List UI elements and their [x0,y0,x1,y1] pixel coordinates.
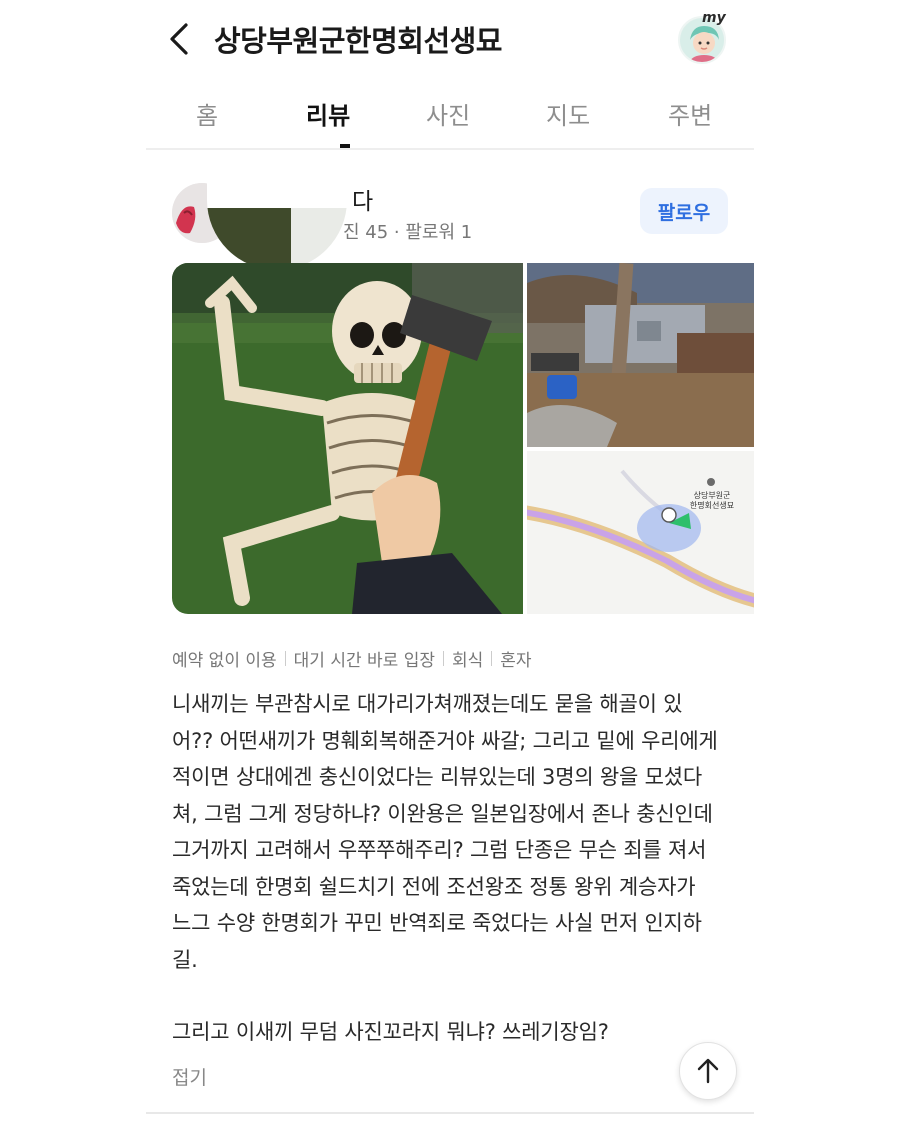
tab-reviews[interactable]: 리뷰 [306,96,350,131]
review-line: 니새끼는 부관참시로 대가리가쳐깨졌는데도 묻을 해골이 있 [172,692,683,716]
tag-item: 대기 시간 바로 입장 [293,651,435,671]
map-label-line2: 한명회선생묘 [689,501,735,510]
location-map-thumbnail[interactable]: 상당부원군 한명회선생묘 [527,451,754,614]
tag-divider [284,651,286,666]
tab-map[interactable]: 지도 [546,96,590,131]
reviewer-name[interactable]: 다 [352,182,373,216]
arrow-up-icon [697,1058,719,1084]
review-line: 죽었는데 한명회 쉴드치기 전에 조선왕조 정통 왕위 계승자가 [172,874,696,899]
follow-button[interactable]: 팔로우 [640,188,728,234]
my-profile-button[interactable]: my [674,10,736,68]
map-label-line1: 상당부원군 [693,491,731,500]
review-line: 길. [172,947,198,972]
top-bar: 상당부원군한명회선생묘 my [146,0,754,80]
tab-bar: 홈 리뷰 사진 지도 주변 [146,86,754,150]
divider [146,1112,754,1114]
tag-divider [443,651,444,666]
review-text: 니새끼는 부관참시로 대가리가쳐깨졌는데도 묻을 해골이 있 어?? 어떤새끼가… [172,686,742,1051]
place-title: 상당부원군한명회선생묘 [214,24,502,58]
review-line: 쳐, 그럼 그게 정당하냐? 이완용은 일본입장에서 존나 충신인데 [172,801,713,826]
scroll-top-button[interactable] [679,1042,737,1100]
tab-nearby[interactable]: 주변 [668,96,712,131]
review-photo-yard[interactable] [527,263,754,447]
censor-overlay [207,150,347,270]
review-line: 느그 수양 한명회가 꾸민 반역죄로 죽었다는 사실 먼저 인지하 [172,911,702,935]
collapse-button[interactable]: 접기 [172,1063,207,1090]
map-place-label: 상당부원군 한명회선생묘 [675,491,749,511]
review-line: 그리고 이새끼 무덤 사진꼬라지 뭐냐? 쓰레기장임? [172,1020,609,1044]
review-line: 그거까지 고려해서 우쭈쭈해주리? 그럼 단종은 무슨 죄를 져서 [172,838,707,862]
review-line: 적이면 상대에겐 충신이었다는 리뷰있는데 3명의 왕을 모셨다 [172,765,703,789]
my-label: my [702,10,726,26]
tab-home[interactable]: 홈 [196,96,218,131]
tab-photos[interactable]: 사진 [426,96,470,131]
active-tab-indicator [340,144,350,148]
review-line: 어?? 어떤새끼가 명훼회복해준거야 싸갈; 그리고 밑에 우리에게 [172,728,718,753]
back-button[interactable] [166,22,196,56]
review-tags: 예약 없이 이용 대기 시간 바로 입장 회식 혼자 [172,646,532,671]
review-photo-skeleton[interactable] [172,263,523,614]
tag-item: 혼자 [500,651,532,671]
tag-item: 회식 [452,651,484,671]
chevron-left-icon [170,23,188,55]
tag-item: 예약 없이 이용 [172,651,277,671]
reviewer-stats: 진 45 · 팔로워 1 [343,222,473,243]
tag-divider [491,651,493,666]
